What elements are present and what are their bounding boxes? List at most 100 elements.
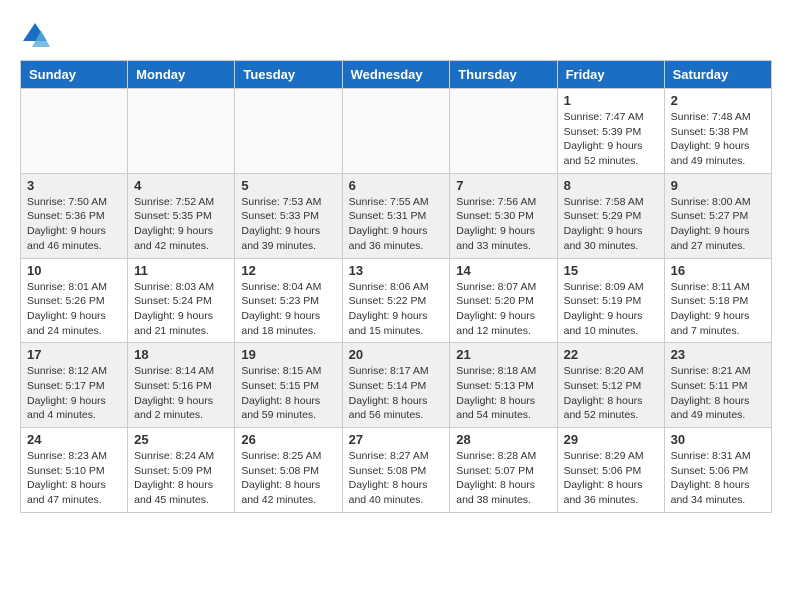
day-info: Sunrise: 8:23 AM Sunset: 5:10 PM Dayligh… (27, 449, 121, 508)
day-info: Sunrise: 7:55 AM Sunset: 5:31 PM Dayligh… (349, 195, 444, 254)
day-cell (21, 89, 128, 174)
day-cell (128, 89, 235, 174)
day-cell: 4 Sunrise: 7:52 AM Sunset: 5:35 PM Daylig… (128, 173, 235, 258)
day-info: Sunrise: 8:03 AM Sunset: 5:24 PM Dayligh… (134, 280, 228, 339)
day-number: 28 (456, 432, 550, 447)
day-cell: 22 Sunrise: 8:20 AM Sunset: 5:12 PM Dayli… (557, 343, 664, 428)
day-number: 5 (241, 178, 335, 193)
day-info: Sunrise: 7:58 AM Sunset: 5:29 PM Dayligh… (564, 195, 658, 254)
day-number: 7 (456, 178, 550, 193)
day-number: 24 (27, 432, 121, 447)
weekday-header-thursday: Thursday (450, 61, 557, 89)
day-number: 2 (671, 93, 765, 108)
day-number: 10 (27, 263, 121, 278)
day-cell (342, 89, 450, 174)
day-info: Sunrise: 7:52 AM Sunset: 5:35 PM Dayligh… (134, 195, 228, 254)
day-cell: 20 Sunrise: 8:17 AM Sunset: 5:14 PM Dayli… (342, 343, 450, 428)
day-number: 22 (564, 347, 658, 362)
day-number: 25 (134, 432, 228, 447)
day-info: Sunrise: 7:56 AM Sunset: 5:30 PM Dayligh… (456, 195, 550, 254)
calendar-table: SundayMondayTuesdayWednesdayThursdayFrid… (20, 60, 772, 513)
day-info: Sunrise: 8:25 AM Sunset: 5:08 PM Dayligh… (241, 449, 335, 508)
day-cell: 3 Sunrise: 7:50 AM Sunset: 5:36 PM Daylig… (21, 173, 128, 258)
weekday-header-wednesday: Wednesday (342, 61, 450, 89)
week-row-5: 24 Sunrise: 8:23 AM Sunset: 5:10 PM Dayli… (21, 428, 772, 513)
day-number: 26 (241, 432, 335, 447)
day-cell: 15 Sunrise: 8:09 AM Sunset: 5:19 PM Dayli… (557, 258, 664, 343)
day-info: Sunrise: 8:24 AM Sunset: 5:09 PM Dayligh… (134, 449, 228, 508)
day-cell: 26 Sunrise: 8:25 AM Sunset: 5:08 PM Dayli… (235, 428, 342, 513)
day-cell: 27 Sunrise: 8:27 AM Sunset: 5:08 PM Dayli… (342, 428, 450, 513)
day-info: Sunrise: 8:12 AM Sunset: 5:17 PM Dayligh… (27, 364, 121, 423)
day-cell: 5Sunrise: 7:53 AM Sunset: 5:33 PM Daylig… (235, 173, 342, 258)
day-cell: 13Sunrise: 8:06 AM Sunset: 5:22 PM Dayli… (342, 258, 450, 343)
day-cell: 8 Sunrise: 7:58 AM Sunset: 5:29 PM Daylig… (557, 173, 664, 258)
day-cell (235, 89, 342, 174)
week-row-1: 1Sunrise: 7:47 AM Sunset: 5:39 PM Daylig… (21, 89, 772, 174)
day-cell (450, 89, 557, 174)
day-info: Sunrise: 8:11 AM Sunset: 5:18 PM Dayligh… (671, 280, 765, 339)
day-number: 20 (349, 347, 444, 362)
day-number: 19 (241, 347, 335, 362)
weekday-header-saturday: Saturday (664, 61, 771, 89)
day-number: 8 (564, 178, 658, 193)
day-info: Sunrise: 8:18 AM Sunset: 5:13 PM Dayligh… (456, 364, 550, 423)
day-info: Sunrise: 8:29 AM Sunset: 5:06 PM Dayligh… (564, 449, 658, 508)
weekday-header-friday: Friday (557, 61, 664, 89)
day-info: Sunrise: 8:27 AM Sunset: 5:08 PM Dayligh… (349, 449, 444, 508)
day-number: 18 (134, 347, 228, 362)
day-number: 9 (671, 178, 765, 193)
day-cell: 7 Sunrise: 7:56 AM Sunset: 5:30 PM Daylig… (450, 173, 557, 258)
day-number: 15 (564, 263, 658, 278)
day-cell: 2 Sunrise: 7:48 AM Sunset: 5:38 PM Daylig… (664, 89, 771, 174)
weekday-header-row: SundayMondayTuesdayWednesdayThursdayFrid… (21, 61, 772, 89)
day-number: 29 (564, 432, 658, 447)
day-cell: 9 Sunrise: 8:00 AM Sunset: 5:27 PM Daylig… (664, 173, 771, 258)
day-info: Sunrise: 8:09 AM Sunset: 5:19 PM Dayligh… (564, 280, 658, 339)
day-number: 21 (456, 347, 550, 362)
day-number: 12 (241, 263, 335, 278)
weekday-header-sunday: Sunday (21, 61, 128, 89)
header (20, 20, 772, 50)
day-info: Sunrise: 8:20 AM Sunset: 5:12 PM Dayligh… (564, 364, 658, 423)
day-cell: 18Sunrise: 8:14 AM Sunset: 5:16 PM Dayli… (128, 343, 235, 428)
day-info: Sunrise: 8:07 AM Sunset: 5:20 PM Dayligh… (456, 280, 550, 339)
day-info: Sunrise: 8:28 AM Sunset: 5:07 PM Dayligh… (456, 449, 550, 508)
day-info: Sunrise: 8:04 AM Sunset: 5:23 PM Dayligh… (241, 280, 335, 339)
day-cell: 1Sunrise: 7:47 AM Sunset: 5:39 PM Daylig… (557, 89, 664, 174)
weekday-header-monday: Monday (128, 61, 235, 89)
day-number: 3 (27, 178, 121, 193)
day-number: 6 (349, 178, 444, 193)
day-cell: 24 Sunrise: 8:23 AM Sunset: 5:10 PM Dayli… (21, 428, 128, 513)
day-number: 14 (456, 263, 550, 278)
logo (20, 20, 54, 50)
day-info: Sunrise: 8:31 AM Sunset: 5:06 PM Dayligh… (671, 449, 765, 508)
day-number: 11 (134, 263, 228, 278)
day-cell: 10Sunrise: 8:01 AM Sunset: 5:26 PM Dayli… (21, 258, 128, 343)
day-cell: 29 Sunrise: 8:29 AM Sunset: 5:06 PM Dayli… (557, 428, 664, 513)
day-cell: 12 Sunrise: 8:04 AM Sunset: 5:23 PM Dayli… (235, 258, 342, 343)
day-info: Sunrise: 7:48 AM Sunset: 5:38 PM Dayligh… (671, 110, 765, 169)
day-number: 27 (349, 432, 444, 447)
day-number: 30 (671, 432, 765, 447)
week-row-3: 10Sunrise: 8:01 AM Sunset: 5:26 PM Dayli… (21, 258, 772, 343)
day-cell: 30 Sunrise: 8:31 AM Sunset: 5:06 PM Dayli… (664, 428, 771, 513)
day-info: Sunrise: 8:00 AM Sunset: 5:27 PM Dayligh… (671, 195, 765, 254)
day-info: Sunrise: 8:17 AM Sunset: 5:14 PM Dayligh… (349, 364, 444, 423)
day-cell: 16 Sunrise: 8:11 AM Sunset: 5:18 PM Dayli… (664, 258, 771, 343)
day-number: 17 (27, 347, 121, 362)
day-cell: 23Sunrise: 8:21 AM Sunset: 5:11 PM Dayli… (664, 343, 771, 428)
weekday-header-tuesday: Tuesday (235, 61, 342, 89)
day-number: 16 (671, 263, 765, 278)
day-cell: 17 Sunrise: 8:12 AM Sunset: 5:17 PM Dayli… (21, 343, 128, 428)
day-cell: 28 Sunrise: 8:28 AM Sunset: 5:07 PM Dayli… (450, 428, 557, 513)
day-number: 23 (671, 347, 765, 362)
day-info: Sunrise: 8:06 AM Sunset: 5:22 PM Dayligh… (349, 280, 444, 339)
day-cell: 11 Sunrise: 8:03 AM Sunset: 5:24 PM Dayli… (128, 258, 235, 343)
day-info: Sunrise: 7:50 AM Sunset: 5:36 PM Dayligh… (27, 195, 121, 254)
day-number: 1 (564, 93, 658, 108)
day-cell: 19Sunrise: 8:15 AM Sunset: 5:15 PM Dayli… (235, 343, 342, 428)
day-number: 4 (134, 178, 228, 193)
day-cell: 14 Sunrise: 8:07 AM Sunset: 5:20 PM Dayli… (450, 258, 557, 343)
day-cell: 25 Sunrise: 8:24 AM Sunset: 5:09 PM Dayli… (128, 428, 235, 513)
